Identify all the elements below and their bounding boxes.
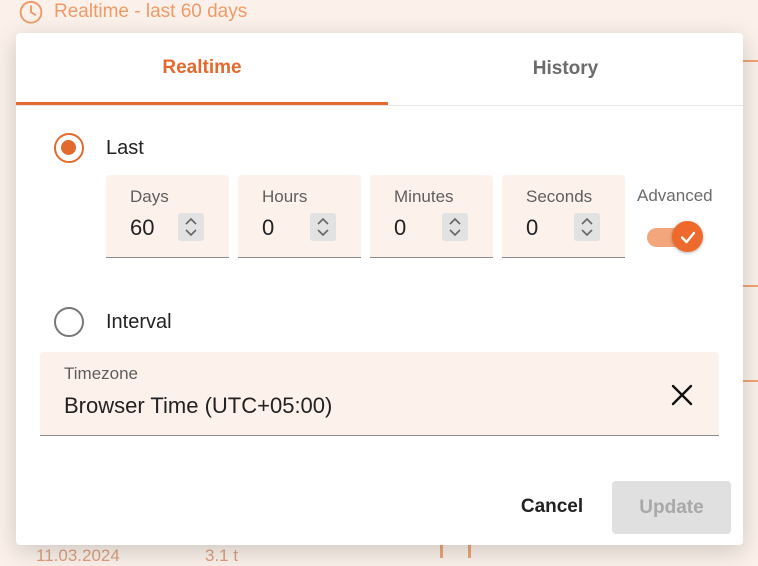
interval-label: Interval: [106, 310, 172, 333]
timezone-label: Timezone: [64, 364, 139, 383]
timezone-value[interactable]: Browser Time (UTC+05:00): [64, 393, 332, 419]
minutes-value[interactable]: 0: [394, 215, 406, 241]
background-divider: [742, 380, 758, 382]
background-divider: [742, 285, 758, 287]
background-divider: [440, 545, 443, 558]
days-field[interactable]: Days 60: [106, 175, 229, 258]
background-header: Realtime - last 60 days: [18, 0, 247, 24]
last-radio[interactable]: [54, 133, 84, 163]
update-button[interactable]: Update: [612, 481, 731, 534]
background-divider: [468, 545, 471, 558]
days-value[interactable]: 60: [130, 215, 154, 241]
tab-bar: Realtime History: [16, 33, 743, 106]
advanced-toggle[interactable]: [647, 221, 703, 252]
tab-history[interactable]: History: [388, 33, 743, 105]
chevron-up-down-icon[interactable]: [442, 213, 468, 241]
minutes-field[interactable]: Minutes 0: [370, 175, 493, 258]
cancel-button[interactable]: Cancel: [504, 483, 600, 531]
check-icon: [672, 221, 703, 252]
interval-option[interactable]: Interval: [54, 307, 172, 337]
time-range-dialog: Realtime History Last Days 60 Hours 0 Mi…: [16, 33, 743, 545]
hours-value[interactable]: 0: [262, 215, 274, 241]
timezone-field[interactable]: Timezone Browser Time (UTC+05:00): [40, 352, 719, 436]
close-icon[interactable]: [669, 382, 695, 408]
background-row-date: 11.03.2024: [36, 546, 120, 565]
advanced-label: Advanced: [637, 186, 713, 205]
hours-field[interactable]: Hours 0: [238, 175, 361, 258]
background-row-value: 3.1 t: [205, 546, 239, 565]
chevron-up-down-icon[interactable]: [178, 213, 204, 241]
seconds-label: Seconds: [526, 187, 593, 206]
last-option[interactable]: Last: [54, 133, 144, 163]
tab-realtime[interactable]: Realtime: [16, 33, 388, 105]
chevron-up-down-icon[interactable]: [310, 213, 336, 241]
chevron-up-down-icon[interactable]: [574, 213, 600, 241]
minutes-label: Minutes: [394, 187, 454, 206]
interval-radio[interactable]: [54, 307, 84, 337]
clock-icon: [18, 0, 44, 25]
last-label: Last: [106, 136, 144, 159]
hours-label: Hours: [262, 187, 308, 206]
background-header-title: Realtime - last 60 days: [54, 1, 248, 22]
background-divider: [742, 60, 758, 62]
days-label: Days: [130, 187, 169, 206]
seconds-field[interactable]: Seconds 0: [502, 175, 625, 258]
seconds-value[interactable]: 0: [526, 215, 538, 241]
